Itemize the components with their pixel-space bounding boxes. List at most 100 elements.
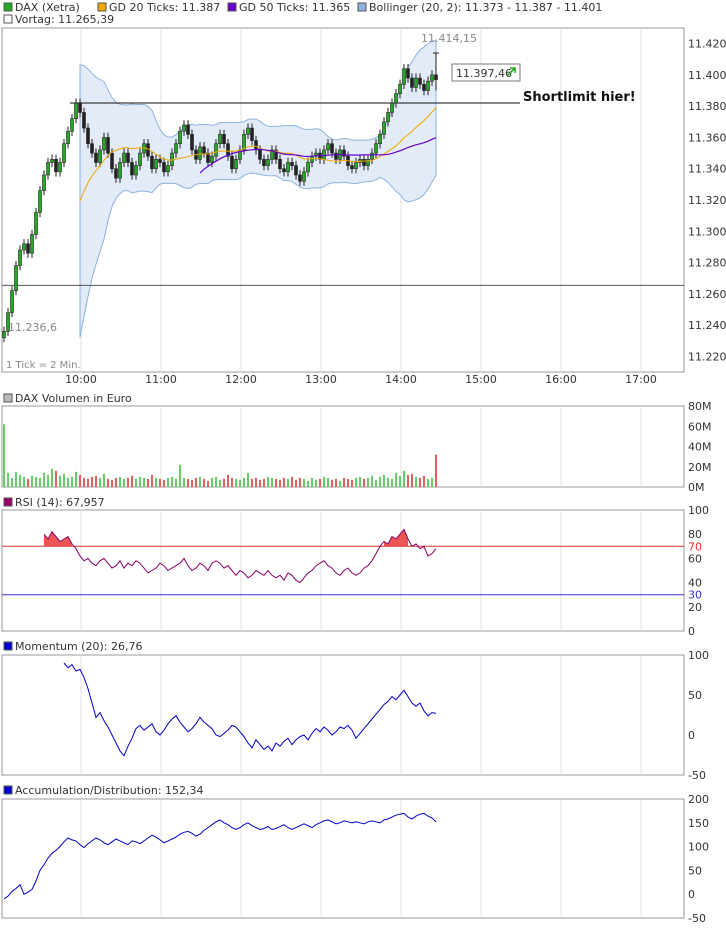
candle-body [102,137,106,151]
volume-bar [295,479,297,487]
y-tick-label: 11.280 [688,257,726,270]
y-tick-label: 50 [688,864,702,877]
candle-body [262,159,266,166]
candle-body [30,234,34,254]
volume-bar [359,476,361,487]
volume-bar [427,478,429,487]
y-tick-label: 11.320 [688,194,726,207]
volume-bar [267,476,269,487]
volume-bar [195,477,197,487]
candle-body [190,134,194,151]
candle-body [134,165,138,176]
candle-body [2,331,6,338]
candle-body [158,159,162,163]
volume-bar [155,477,157,487]
volume-bar [319,478,321,487]
y-tick-label: 40M [688,441,712,454]
candle-body [26,243,30,254]
panel-title: Momentum (20): 26,76 [15,640,142,653]
x-tick-label: 17:00 [625,373,657,386]
rsi-lower-label: 30 [688,589,702,602]
candle-body [138,152,142,166]
volume-bar [399,475,401,487]
y-tick-label: 11.220 [688,350,726,363]
volume-bar [351,479,353,487]
legend-label: GD 20 Ticks: 11.387 [109,1,220,14]
volume-bar [159,478,161,487]
candle-body [294,165,298,176]
volume-bar [247,472,249,487]
volume-bar [107,478,109,487]
panel-title: DAX Volumen in Euro [15,392,132,405]
volume-bar [139,476,141,487]
volume-bar [203,478,205,487]
volume-bar [123,478,125,487]
candle-body [170,152,174,166]
volume-bar [31,475,33,487]
candle-body [154,159,158,170]
volume-bar [263,478,265,487]
candle-body [402,68,406,85]
legend-swatch [97,2,107,12]
candle-body [90,143,94,154]
candle-body [334,152,338,160]
candle-body [118,162,122,179]
volume-bar [435,454,437,487]
legend-swatch [3,497,13,507]
candle-body [254,140,258,151]
y-tick-label: 11.240 [688,319,726,332]
legend-label: Bollinger (20, 2): 11.373 - 11.387 - 11.… [369,1,602,14]
volume-bar [391,478,393,487]
volume-bar [379,476,381,487]
volume-bar [255,477,257,487]
rsi-panel-frame [1,509,685,632]
x-tick-label: 16:00 [545,373,577,386]
volume-bar [223,478,225,487]
candle-body [234,159,238,170]
candle-body [222,134,226,145]
volume-bar [383,474,385,487]
legend-swatch [3,2,13,12]
y-tick-label: 0M [688,481,705,494]
volume-bar [143,477,145,487]
volume-bar [299,477,301,487]
candle-body [298,174,302,182]
candle-body [398,83,402,94]
candle-body [126,152,130,163]
y-tick-label: 11.340 [688,163,726,176]
momentum-panel-frame [1,654,685,776]
candle-body [42,174,46,191]
volume-bar [423,475,425,487]
volume-bar [23,476,25,487]
candle-body [150,155,154,170]
volume-bar [239,479,241,487]
volume-bar [215,476,217,487]
candle-body [34,212,38,235]
candle-body [202,146,206,154]
legend-swatch [3,785,13,795]
volume-bar [75,471,77,487]
candle-body [182,124,186,132]
volume-bar [47,474,49,487]
volume-bar [175,478,177,487]
volume-bar [343,477,345,487]
candle-body [322,149,326,160]
volume-bar [363,478,365,487]
volume-bar [111,479,113,487]
candle-body [46,162,50,176]
volume-bar [371,475,373,487]
candle-body [74,102,78,119]
candle-body [218,134,222,145]
candle-body [282,168,286,173]
candle-body [250,127,254,141]
volume-bar [307,480,309,487]
candle-body [166,165,170,173]
y-tick-label: 200 [688,793,709,806]
y-tick-label: 0 [688,888,695,901]
volume-bar [315,479,317,487]
volume-bar [19,474,21,487]
volume-bar [243,477,245,487]
volume-bar [55,470,57,487]
volume-bar [119,476,121,487]
volume-bar [347,478,349,487]
